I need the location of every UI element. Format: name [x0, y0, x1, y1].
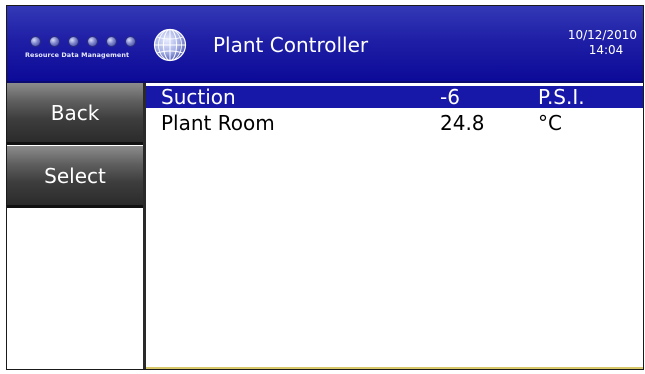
- reading-name: Plant Room: [161, 111, 275, 135]
- reading-unit: °C: [538, 111, 562, 135]
- back-button[interactable]: Back: [7, 83, 143, 145]
- date-text: 10/12/2010: [567, 28, 637, 42]
- reading-unit: P.S.I.: [538, 85, 585, 109]
- header-bar: Resource Data Management Plant Controlle…: [7, 6, 643, 83]
- list-item-plant-room[interactable]: Plant Room 24.8 °C: [146, 111, 643, 138]
- select-button[interactable]: Select: [7, 146, 143, 208]
- reading-name: Suction: [161, 85, 236, 109]
- reading-value: -6: [440, 85, 460, 109]
- logo-text: Resource Data Management: [25, 51, 130, 59]
- list-item-suction[interactable]: Suction -6 P.S.I.: [146, 85, 643, 109]
- reading-list: Suction -6 P.S.I. Plant Room 24.8 °C: [146, 83, 643, 369]
- datetime-display: 10/12/2010 14:04: [557, 28, 637, 58]
- app-title: Plant Controller: [213, 33, 369, 57]
- logo-dots-icon: [31, 37, 135, 46]
- globe-icon: [153, 28, 187, 62]
- time-text: 14:04: [588, 43, 624, 57]
- bottom-divider: [146, 367, 643, 369]
- sidebar: Back Select: [7, 83, 146, 369]
- controller-screen: Resource Data Management Plant Controlle…: [6, 5, 644, 370]
- rdm-logo: Resource Data Management: [25, 35, 155, 67]
- reading-value: 24.8: [440, 111, 485, 135]
